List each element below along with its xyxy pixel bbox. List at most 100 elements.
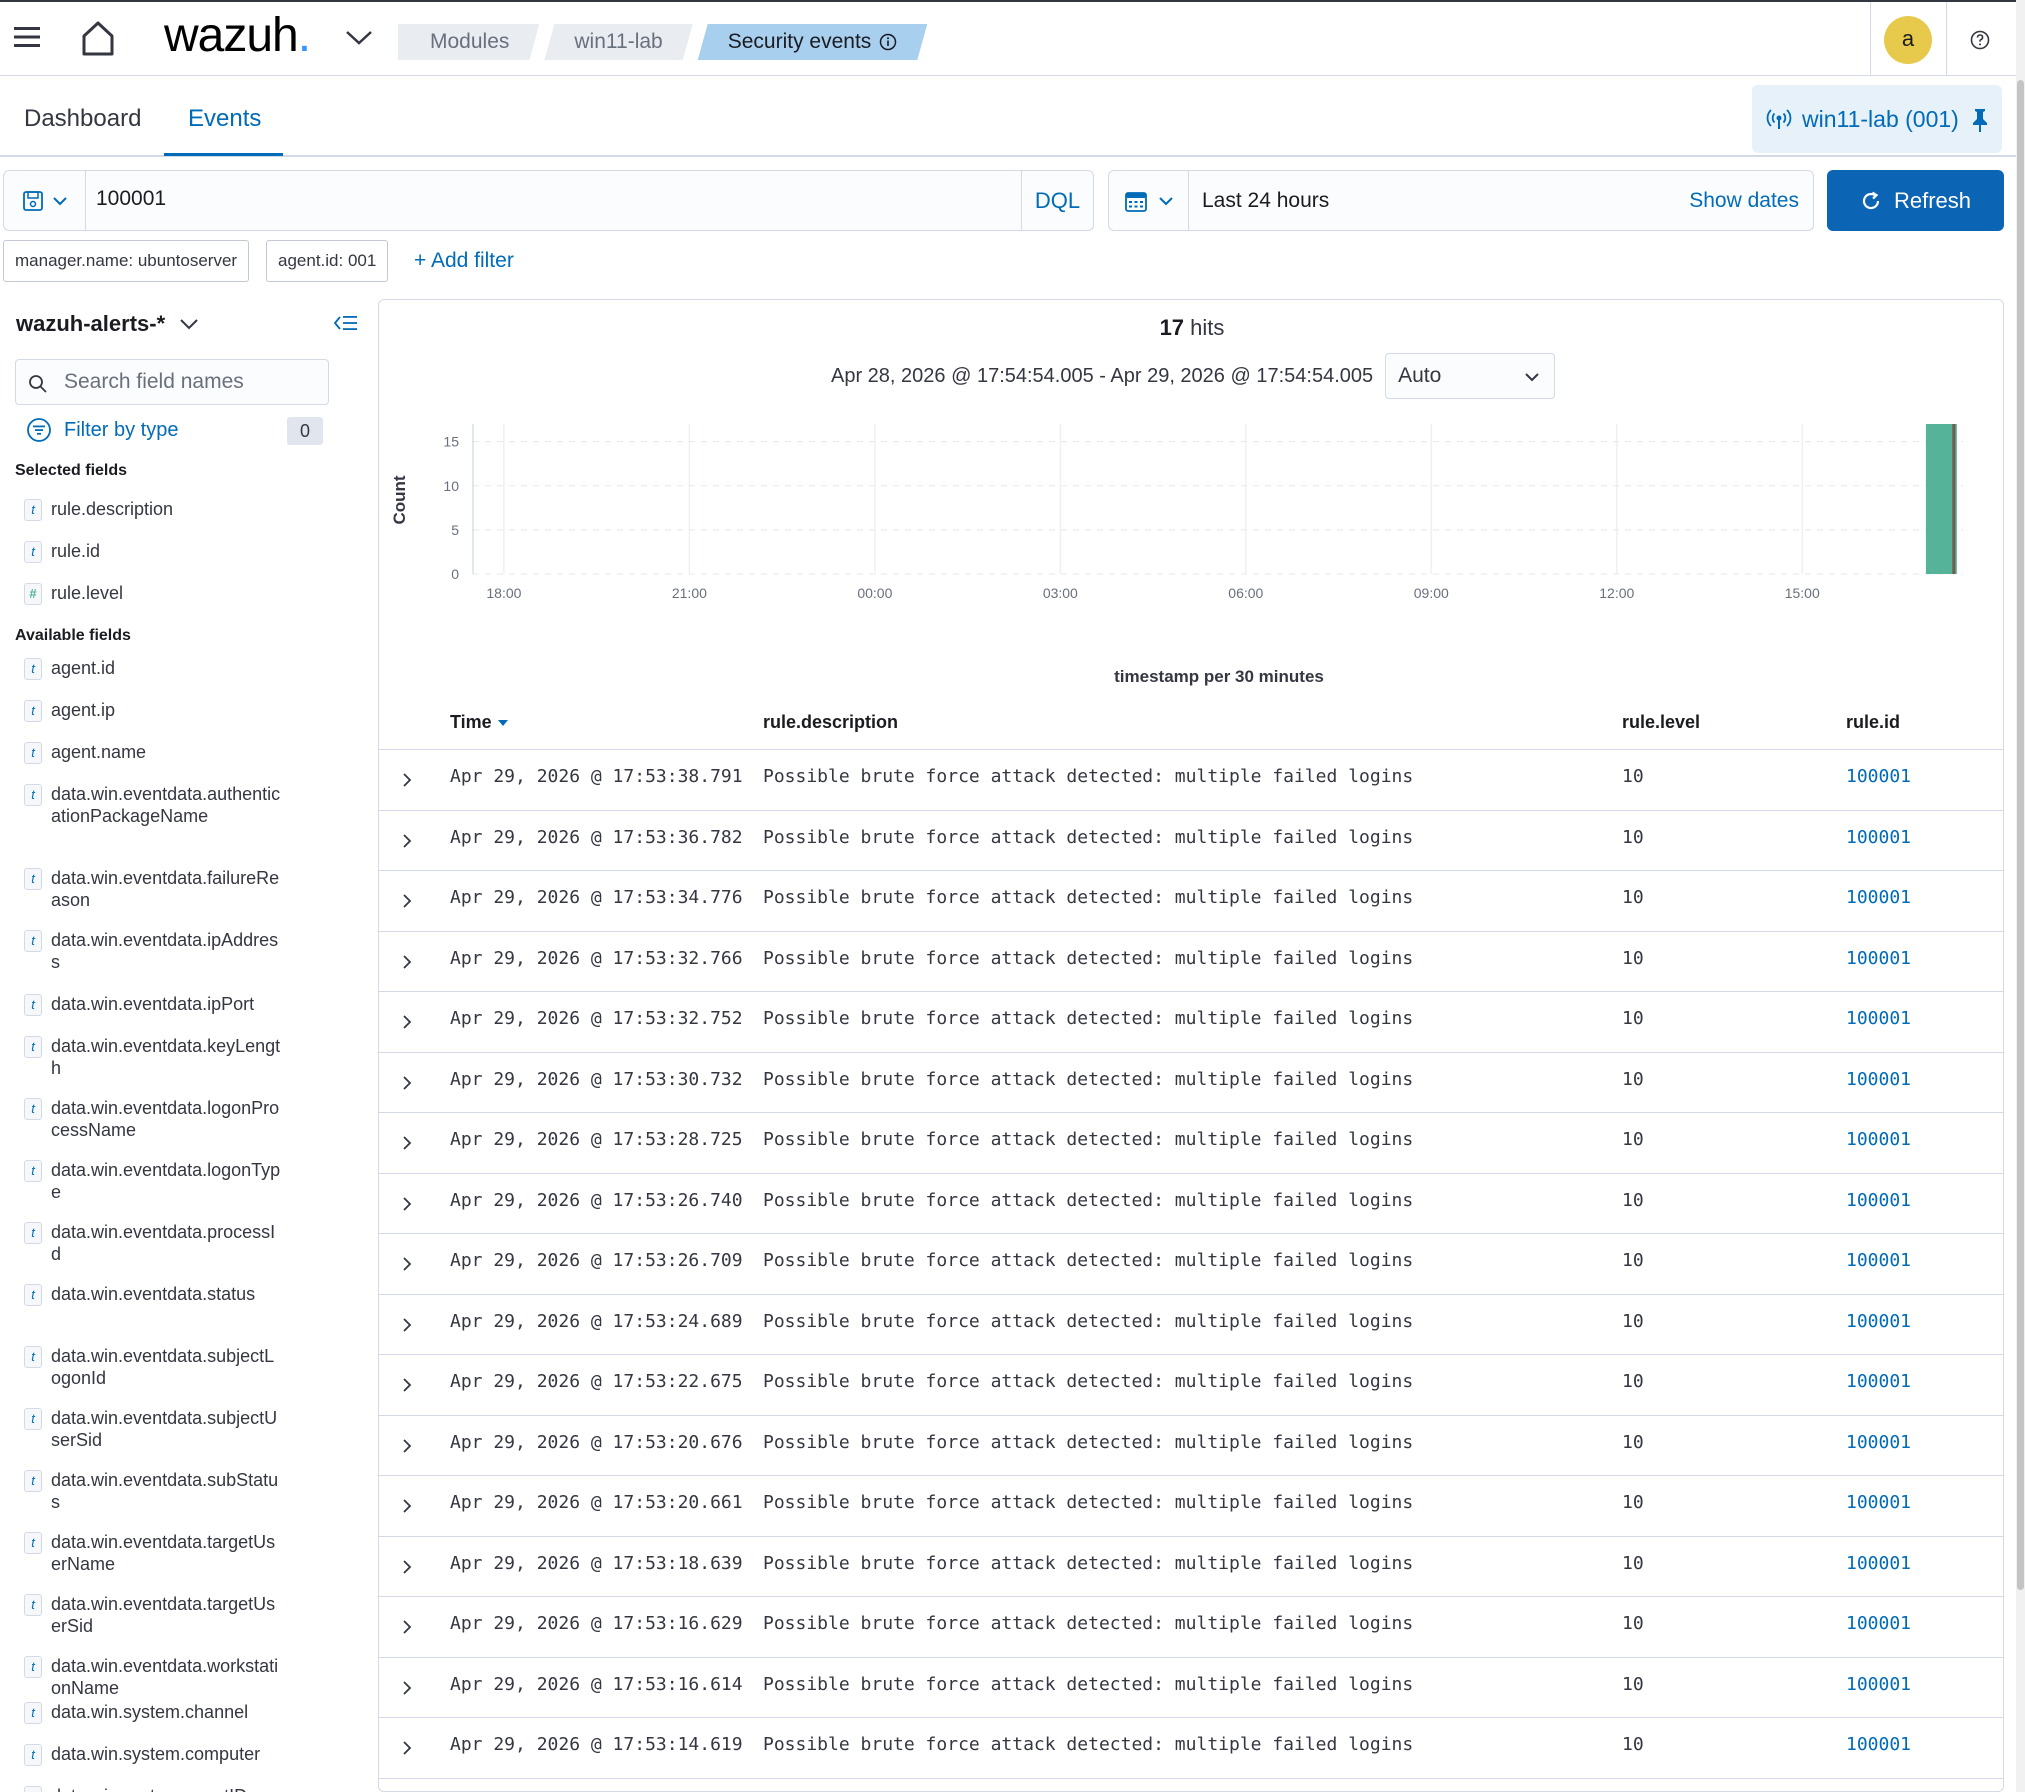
home-icon[interactable] [78,18,118,58]
time-range-label[interactable]: Last 24 hours [1202,189,1329,213]
cell-rule-id[interactable]: 100001 [1846,948,1911,969]
field-item[interactable]: t agent.name [24,741,281,764]
expand-row-icon[interactable] [401,1256,413,1272]
field-item[interactable]: # rule.level [24,582,281,605]
field-item[interactable]: t data.win.eventdata.ipAddress [24,929,281,973]
field-item[interactable]: t data.win.eventdata.subStatus [24,1469,281,1513]
query-input[interactable] [96,187,996,211]
expand-row-icon[interactable] [401,1498,413,1514]
field-item[interactable]: t data.win.eventdata.ipPort [24,993,281,1016]
cell-rule-id[interactable]: 100001 [1846,766,1911,787]
field-item[interactable]: t data.win.eventdata.logonProcessName [24,1097,281,1141]
expand-row-icon[interactable] [401,1135,413,1151]
field-item[interactable]: t data.win.system.eventID [24,1785,281,1792]
expand-row-icon[interactable] [401,1619,413,1635]
cell-rule-id[interactable]: 100001 [1846,1190,1911,1211]
cell-rule-id[interactable]: 100001 [1846,1613,1911,1634]
expand-row-icon[interactable] [401,954,413,970]
pinned-agent-badge[interactable]: win11-lab (001) [1752,85,2002,153]
cell-rule-id[interactable]: 100001 [1846,1492,1911,1513]
pin-icon[interactable] [1970,107,1990,133]
cell-rule-id[interactable]: 100001 [1846,1553,1911,1574]
field-item[interactable]: t data.win.eventdata.authenticationPackag… [24,783,281,827]
expand-row-icon[interactable] [401,833,413,849]
refresh-button[interactable]: Refresh [1827,170,2004,231]
expand-row-icon[interactable] [401,772,413,788]
query-language-button[interactable]: DQL [1021,171,1093,230]
field-item[interactable]: t data.win.eventdata.failureReason [24,867,281,911]
field-item[interactable]: t data.win.eventdata.processId [24,1221,281,1265]
tab-events[interactable]: Events [188,105,261,133]
expand-row-icon[interactable] [401,1559,413,1575]
cell-rule-id[interactable]: 100001 [1846,1734,1911,1755]
field-item[interactable]: t data.win.system.channel [24,1701,281,1724]
cell-rule-id[interactable]: 100001 [1846,887,1911,908]
field-name: data.win.eventdata.keyLength [51,1036,281,1078]
field-item[interactable]: t agent.id [24,657,281,680]
expand-row-icon[interactable] [401,1438,413,1454]
field-search-box [15,359,329,405]
expand-row-icon[interactable] [401,1075,413,1091]
cell-rule-id[interactable]: 100001 [1846,1008,1911,1029]
field-item[interactable]: t rule.description [24,498,281,521]
breadcrumb-agent[interactable]: win11-lab [544,24,692,60]
menu-icon[interactable] [14,26,40,48]
field-item[interactable]: t data.win.system.computer [24,1743,281,1766]
expand-row-icon[interactable] [401,1680,413,1696]
index-pattern-selector[interactable]: wazuh-alerts-* [16,311,199,337]
expand-row-icon[interactable] [401,1377,413,1393]
cell-rule-id[interactable]: 100001 [1846,827,1911,848]
tab-dashboard[interactable]: Dashboard [24,105,141,133]
field-item[interactable]: t data.win.eventdata.keyLength [24,1035,281,1079]
table-row: Apr 29, 2026 @ 17:53:22.675 Possible brut… [379,1355,2003,1416]
cell-time: Apr 29, 2026 @ 17:53:16.614 [450,1673,743,1695]
show-dates-button[interactable]: Show dates [1689,189,1799,213]
calendar-icon [1124,189,1148,213]
interval-select[interactable]: Auto [1385,353,1556,399]
column-rule-id[interactable]: rule.id [1846,712,1900,733]
field-search-input[interactable] [64,370,314,394]
page-scrollbar-thumb[interactable] [2017,80,2024,1590]
saved-queries-button[interactable] [4,171,86,230]
filter-pill-agent[interactable]: agent.id: 001 [266,240,389,282]
field-item[interactable]: t data.win.eventdata.targetUserSid [24,1593,281,1637]
cell-rule-id[interactable]: 100001 [1846,1250,1911,1271]
field-item[interactable]: t data.win.eventdata.status [24,1283,281,1306]
expand-row-icon[interactable] [401,1740,413,1756]
help-icon[interactable] [1970,30,1990,50]
field-item[interactable]: t data.win.eventdata.subjectLogonId [24,1345,281,1389]
add-filter-button[interactable]: + Add filter [414,249,514,273]
cell-rule-id[interactable]: 100001 [1846,1311,1911,1332]
field-item[interactable]: t data.win.eventdata.logonType [24,1159,281,1203]
chevron-down-icon[interactable] [344,28,374,48]
expand-row-icon[interactable] [401,893,413,909]
cell-rule-id[interactable]: 100001 [1846,1371,1911,1392]
info-icon[interactable] [879,33,897,51]
column-rule-description[interactable]: rule.description [763,712,898,733]
cell-rule-id[interactable]: 100001 [1846,1674,1911,1695]
collapse-sidebar-icon[interactable] [334,313,358,333]
filter-by-type-button[interactable]: Filter by type [26,417,178,443]
avatar[interactable]: a [1884,16,1932,64]
breadcrumb-modules[interactable]: Modules [398,24,539,60]
column-rule-level[interactable]: rule.level [1622,712,1700,733]
field-item[interactable]: t agent.ip [24,699,281,722]
field-item[interactable]: t data.win.eventdata.targetUserName [24,1531,281,1575]
field-name: data.win.eventdata.subjectUserSid [51,1408,278,1450]
cell-rule-id[interactable]: 100001 [1846,1432,1911,1453]
field-item[interactable]: t data.win.eventdata.subjectUserSid [24,1407,281,1451]
expand-row-icon[interactable] [401,1317,413,1333]
field-item[interactable]: t data.win.eventdata.workstationName [24,1655,281,1699]
column-time[interactable]: Time [450,712,509,733]
expand-row-icon[interactable] [401,1196,413,1212]
cell-rule-id[interactable]: 100001 [1846,1129,1911,1150]
filter-pill-manager[interactable]: manager.name: ubuntoserver [3,240,250,282]
string-type-icon: t [24,1160,42,1182]
quick-select-button[interactable] [1109,171,1189,230]
cell-rule-id[interactable]: 100001 [1846,1069,1911,1090]
cell-rule-level: 10 [1622,1250,1644,1271]
field-item[interactable]: t rule.id [24,540,281,563]
expand-row-icon[interactable] [401,1014,413,1030]
cell-rule-description: Possible brute force attack detected: mu… [763,1431,1414,1453]
wazuh-logo[interactable]: wazuh. [164,8,311,63]
